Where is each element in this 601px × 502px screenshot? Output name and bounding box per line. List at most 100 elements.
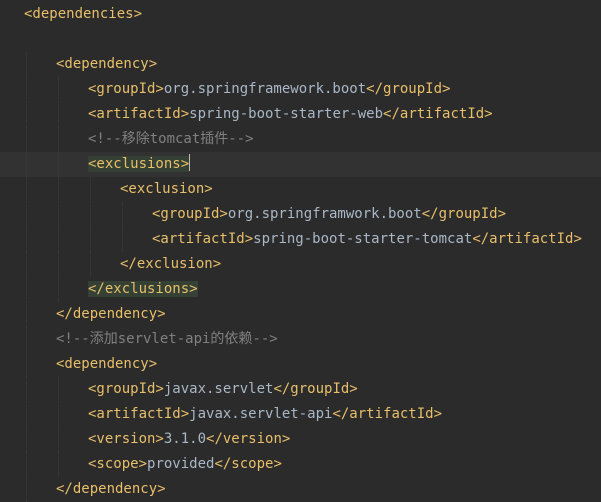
code-content: <version>3.1.0</version> — [88, 427, 290, 452]
code-content: <!--移除tomcat插件--> — [88, 127, 254, 152]
code-line[interactable]: <version>3.1.0</version> — [0, 427, 601, 452]
xml-text: org.springframework.boot — [163, 81, 367, 97]
code-content: <groupId>org.springframework.boot</group… — [88, 77, 450, 102]
code-content: <exclusion> — [120, 177, 213, 202]
xml-text: spring-boot-starter-web — [189, 106, 384, 122]
xml-text: 3.1.0 — [163, 431, 207, 447]
xml-tag: <dependency> — [56, 356, 158, 372]
indent-guide — [90, 252, 91, 277]
indent-guide — [26, 102, 27, 127]
code-content: <scope>provided</scope> — [88, 452, 282, 477]
code-line[interactable]: <groupId>javax.servlet</groupId> — [0, 377, 601, 402]
xml-tag: <dependency> — [56, 56, 158, 72]
indent-guide — [58, 202, 59, 227]
text-cursor — [189, 154, 191, 171]
code-content: <groupId>org.springframwork.boot</groupI… — [152, 202, 506, 227]
xml-tag: <exclusions> — [88, 156, 190, 172]
indent-guide — [26, 202, 27, 227]
indent-guide — [26, 302, 27, 327]
code-content: </dependency> — [56, 477, 166, 502]
indent-guide — [58, 177, 59, 202]
code-line[interactable]: <dependency> — [0, 52, 601, 77]
code-line[interactable]: <!--添加servlet-api的依赖--> — [0, 327, 601, 352]
xml-tag: </version> — [206, 431, 291, 447]
code-content: </exclusions> — [88, 277, 198, 302]
code-content: <dependencies> — [24, 2, 142, 27]
indent-guide — [26, 227, 27, 252]
code-line[interactable]: </dependency> — [0, 302, 601, 327]
xml-tag: <groupId> — [88, 381, 164, 397]
indent-guide — [58, 227, 59, 252]
code-content: <dependency> — [56, 52, 157, 77]
xml-text: spring-boot-starter-tomcat — [253, 231, 473, 247]
indent-guide — [26, 352, 27, 377]
indent-guide — [122, 227, 123, 252]
xml-tag: <artifactId> — [152, 231, 254, 247]
code-line[interactable]: <exclusion> — [0, 177, 601, 202]
indent-guide — [58, 127, 59, 152]
xml-text: javax.servlet — [163, 381, 274, 397]
code-line[interactable]: <artifactId>spring-boot-starter-web</art… — [0, 102, 601, 127]
indent-guide — [26, 377, 27, 402]
xml-tag: <exclusion> — [120, 181, 213, 197]
indent-guide — [58, 427, 59, 452]
code-content: <exclusions> — [88, 152, 191, 177]
code-content: <artifactId>spring-boot-starter-tomcat</… — [152, 227, 582, 252]
code-line[interactable]: <scope>provided</scope> — [0, 452, 601, 477]
indent-guide — [26, 52, 27, 77]
code-content: <groupId>javax.servlet</groupId> — [88, 377, 358, 402]
indent-guide — [58, 452, 59, 477]
indent-guide — [58, 102, 59, 127]
xml-tag: <artifactId> — [88, 106, 190, 122]
xml-tag: </scope> — [214, 456, 282, 472]
xml-tag: </artifactId> — [383, 106, 493, 122]
xml-tag: <dependencies> — [24, 6, 143, 22]
xml-text: provided — [147, 456, 215, 472]
indent-guide — [58, 77, 59, 102]
indent-guide — [26, 277, 27, 302]
current-code-line[interactable]: <exclusions> — [0, 152, 601, 177]
xml-tag: </groupId> — [421, 206, 507, 222]
code-content: </dependency> — [56, 302, 166, 327]
xml-tag: </dependency> — [56, 306, 166, 322]
code-content: </exclusion> — [120, 252, 221, 277]
xml-text: javax.servlet-api — [189, 406, 333, 422]
xml-tag: <artifactId> — [88, 406, 190, 422]
xml-tag: <version> — [88, 431, 164, 447]
code-line[interactable]: <!--移除tomcat插件--> — [0, 127, 601, 152]
indent-guide — [90, 177, 91, 202]
indent-guide — [58, 277, 59, 302]
xml-text: org.springframwork.boot — [227, 206, 422, 222]
xml-tag: </exclusions> — [88, 281, 198, 297]
code-content: <dependency> — [56, 352, 157, 377]
indent-guide — [26, 452, 27, 477]
indent-guide — [26, 402, 27, 427]
xml-tag: </artifactId> — [472, 231, 582, 247]
indent-guide — [58, 402, 59, 427]
code-line[interactable]: </dependency> — [0, 477, 601, 502]
code-line[interactable]: <artifactId>javax.servlet-api</artifactI… — [0, 402, 601, 427]
indent-guide — [26, 427, 27, 452]
code-line[interactable]: </exclusions> — [0, 277, 601, 302]
code-line[interactable]: <dependency> — [0, 352, 601, 377]
indent-guide — [26, 152, 27, 177]
indent-guide — [90, 227, 91, 252]
code-line[interactable]: <groupId>org.springframwork.boot</groupI… — [0, 202, 601, 227]
xml-tag: </artifactId> — [332, 406, 443, 422]
code-content: <artifactId>spring-boot-starter-web</art… — [88, 102, 493, 127]
code-content: <!--添加servlet-api的依赖--> — [56, 327, 278, 352]
indent-guide — [26, 127, 27, 152]
indent-guide — [122, 202, 123, 227]
indent-guide — [58, 252, 59, 277]
code-line[interactable]: </exclusion> — [0, 252, 601, 277]
indent-guide — [26, 252, 27, 277]
xml-tag: <groupId> — [88, 81, 164, 97]
code-line[interactable]: <artifactId>spring-boot-starter-tomcat</… — [0, 227, 601, 252]
code-line[interactable] — [0, 27, 601, 52]
code-editor[interactable]: <dependencies> <dependency> <groupId>org.s… — [0, 0, 601, 502]
code-content: <artifactId>javax.servlet-api</artifactI… — [88, 402, 442, 427]
code-line[interactable]: <dependencies> — [0, 2, 601, 27]
xml-tag: </exclusion> — [120, 256, 222, 272]
indent-guide — [26, 327, 27, 352]
code-line[interactable]: <groupId>org.springframework.boot</group… — [0, 77, 601, 102]
